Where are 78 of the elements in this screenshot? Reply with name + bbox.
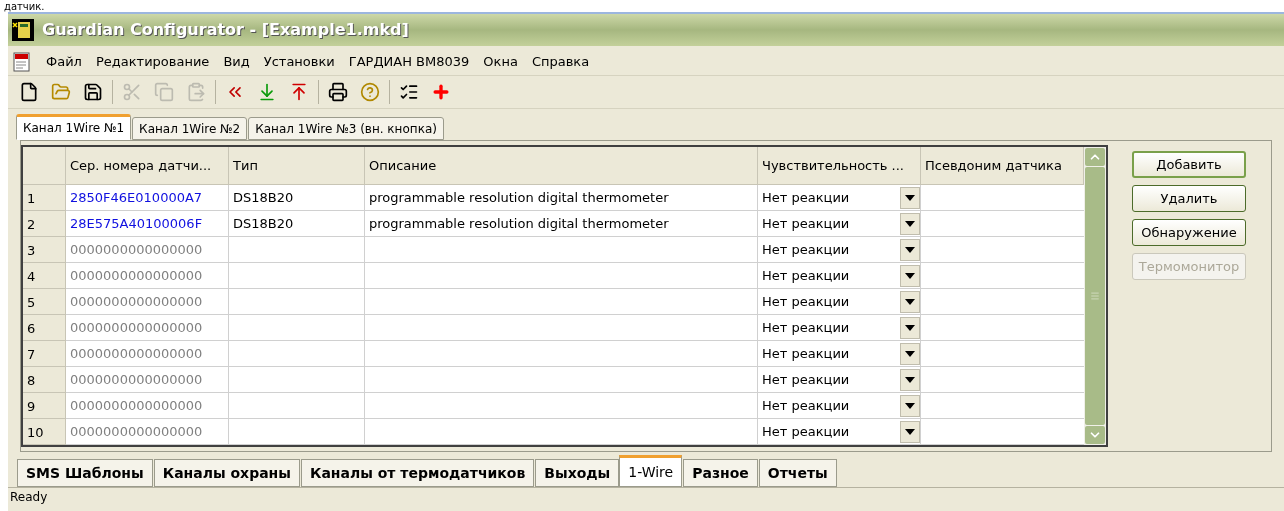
serial-cell: 0000000000000000 [66,341,229,367]
action-button[interactable]: Удалить [1132,185,1246,212]
section-tab[interactable]: Отчеты [758,459,837,487]
grip-icon [1090,291,1100,301]
section-tab[interactable]: 1-Wire [619,455,683,487]
down-arrow-icon [257,82,277,102]
scissors-icon [122,82,142,102]
column-header[interactable]: Описание [365,147,758,185]
sensitivity-dropdown[interactable]: Нет реакции [758,237,921,263]
section-tab[interactable]: Каналы охраны [153,459,300,487]
row-number: 9 [23,393,66,419]
status-text: Ready [10,490,48,504]
printer-icon [328,82,348,102]
serial-cell: 0000000000000000 [66,419,229,445]
section-tab[interactable]: SMS Шаблоны [17,459,153,487]
section-tab[interactable]: Каналы от термодатчиков [300,459,535,487]
sensitivity-dropdown[interactable]: Нет реакции [758,289,921,315]
clipboard-icon [186,82,206,102]
document-icon [12,52,32,72]
serial-cell: 0000000000000000 [66,237,229,263]
section-tab[interactable]: Разное [683,459,758,487]
calculator-icon [12,19,34,41]
sensitivity-dropdown[interactable]: Нет реакции [758,341,921,367]
window-title: Guardian Configurator - [Example1.mkd] [42,19,409,41]
action-button[interactable]: Обнаружение [1132,219,1246,246]
menu-item[interactable]: Справка [531,52,590,72]
row-number: 4 [23,263,66,289]
vertical-scrollbar[interactable] [1084,147,1106,445]
sensitivity-dropdown[interactable]: Нет реакции [758,315,921,341]
channel-tab[interactable]: Канал 1Wire №3 (вн. кнопка) [248,117,444,140]
action-button[interactable]: Добавить [1132,151,1246,178]
up-arrow-icon [289,82,309,102]
new-file-icon [19,82,39,102]
column-header[interactable]: Псевдоним датчика [921,147,1084,185]
serial-cell: 0000000000000000 [66,263,229,289]
serial-cell: 2850F46E010000A7 [66,185,229,211]
serial-cell: 0000000000000000 [66,393,229,419]
table-cell: DS18B20 [229,185,365,211]
serial-cell: 0000000000000000 [66,367,229,393]
menu-item[interactable]: Вид [223,52,250,72]
row-number: 5 [23,289,66,315]
section-tab[interactable]: Выходы [535,459,620,487]
row-number: 10 [23,419,66,445]
row-number: 2 [23,211,66,237]
column-header[interactable]: Сер. номера датчи... [66,147,229,185]
sensitivity-dropdown[interactable]: Нет реакции [758,419,921,445]
row-number: 3 [23,237,66,263]
serial-cell: 0000000000000000 [66,315,229,341]
sensitivity-dropdown[interactable]: Нет реакции [758,393,921,419]
menu-item[interactable]: Установки [263,52,335,72]
medical-cross-icon [431,82,451,102]
sensitivity-dropdown[interactable]: Нет реакции [758,211,921,237]
column-header[interactable]: Тип [229,147,365,185]
checklist-icon [399,82,419,102]
row-number: 1 [23,185,66,211]
menu-item[interactable]: Файл [46,52,82,72]
table-cell: programmable resolution digital thermometer [365,211,758,237]
folder-icon [51,82,71,102]
menu-item[interactable]: ГАРДИАН ВМ8039 [348,52,470,72]
row-number: 8 [23,367,66,393]
serial-cell: 28E575A40100006F [66,211,229,237]
column-header[interactable]: Чувствительность ... [758,147,921,185]
table-cell: programmable resolution digital thermometer [365,185,758,211]
save-icon [83,82,103,102]
sensitivity-dropdown[interactable]: Нет реакции [758,263,921,289]
page-text: датчик. [4,1,45,12]
serial-cell: 0000000000000000 [66,289,229,315]
menu-item[interactable]: Редактирование [95,52,210,72]
row-number: 6 [23,315,66,341]
channel-tab[interactable]: Канал 1Wire №1 [16,114,132,140]
table-cell: DS18B20 [229,211,365,237]
sensitivity-dropdown[interactable]: Нет реакции [758,185,921,211]
menu-item[interactable]: Окна [483,52,518,72]
sensitivity-dropdown[interactable]: Нет реакции [758,367,921,393]
copy-icon [154,82,174,102]
channel-tab[interactable]: Канал 1Wire №2 [132,117,248,140]
help-icon [360,82,380,102]
row-number: 7 [23,341,66,367]
